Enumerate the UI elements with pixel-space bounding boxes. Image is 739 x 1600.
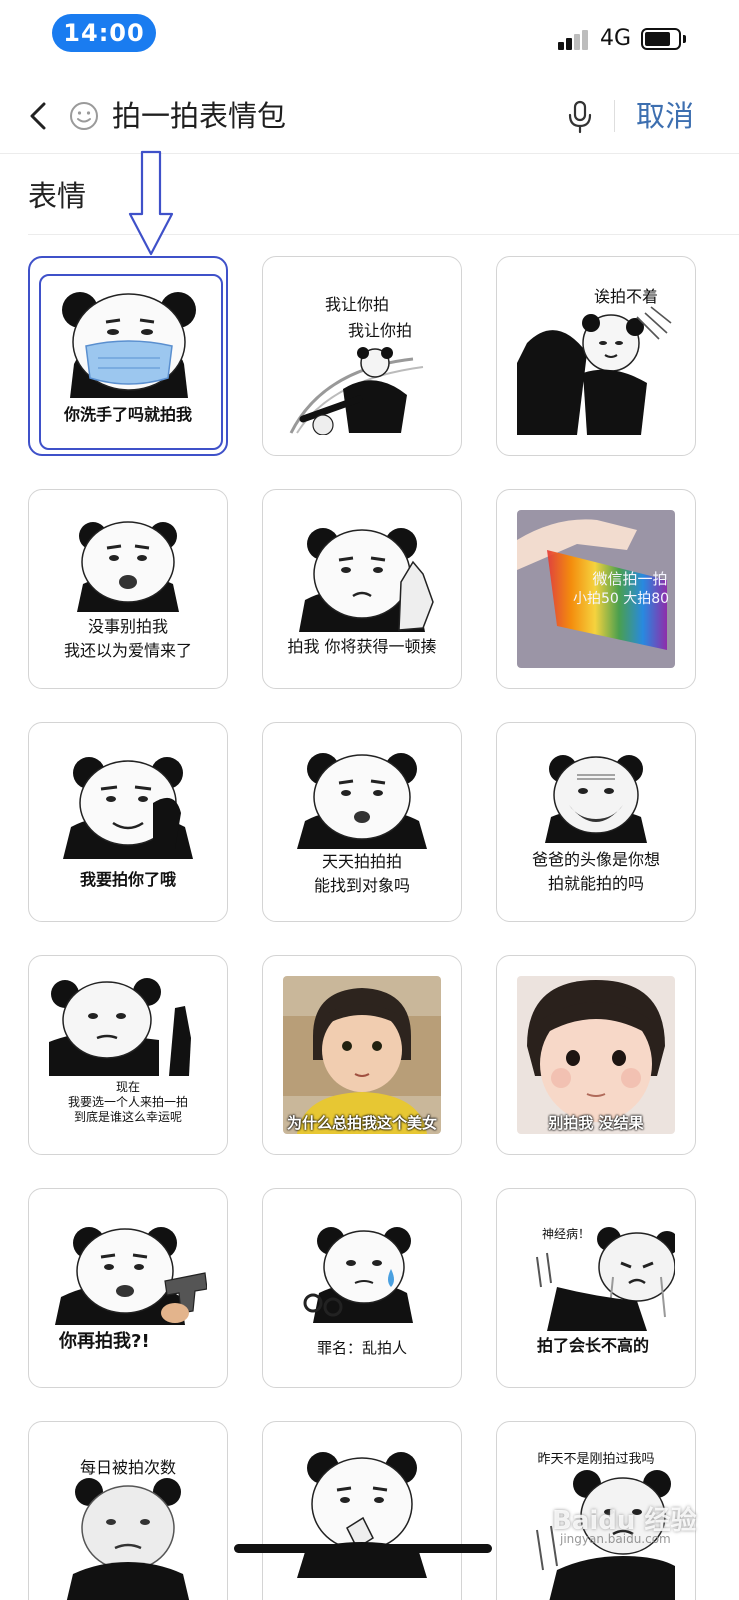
sticker-overlay-text: 微信拍一拍 xyxy=(592,570,668,588)
panda-swing-sticker-image xyxy=(289,347,424,435)
sticker-item[interactable]: 我让你拍 我让你拍 xyxy=(262,256,462,456)
sticker-caption: 到底是谁这么幸运呢 xyxy=(73,1110,182,1124)
sticker-item[interactable]: 诶拍不着 xyxy=(496,256,696,456)
emoji-icon xyxy=(70,102,98,130)
sticker-caption: 为什么总拍我这个美女 xyxy=(286,1114,437,1132)
sticker-item[interactable]: 拍我 你将获得一顿揍 xyxy=(262,489,462,689)
sticker-caption: 你再拍我?! xyxy=(59,1331,150,1352)
sticker-caption: 我还以为爱情来了 xyxy=(63,641,192,660)
sticker-caption: 别拍我 没结果 xyxy=(548,1114,644,1132)
sticker-item[interactable]: 天天拍拍拍 能找到对象吗 xyxy=(262,722,462,922)
sticker-item[interactable]: 微信拍一拍 小拍50 大拍80 xyxy=(496,489,696,689)
panda-talk-sticker-image xyxy=(297,753,427,849)
sticker-overlay-text: 小拍50 大拍80 xyxy=(572,591,670,607)
sticker-item[interactable]: 每日被拍次数 xyxy=(28,1421,228,1600)
sticker-top-text: 每日被拍次数 xyxy=(79,1458,176,1477)
home-indicator[interactable] xyxy=(234,1544,492,1553)
sticker-caption: 我要选一个人来拍一拍 xyxy=(67,1095,188,1109)
search-divider xyxy=(614,100,615,132)
sticker-top-text: 昨天不是刚拍过我吗 xyxy=(537,1452,655,1467)
sticker-caption: 你洗手了吗就拍我 xyxy=(63,405,192,424)
panda-cry-sticker-image xyxy=(536,1227,675,1331)
search-input[interactable]: 拍一拍表情包 xyxy=(112,96,286,136)
panda-gun-sticker-image xyxy=(55,1227,207,1325)
sticker-top-text: 我让你拍 xyxy=(324,295,389,314)
panda-hand-sticker-image xyxy=(63,757,193,859)
toddler-girl-sticker-image xyxy=(283,976,441,1134)
panda-mask-sticker-image xyxy=(62,292,196,398)
signal-icon xyxy=(558,28,592,50)
sticker-caption: 能找到对象吗 xyxy=(313,876,410,895)
baidu-watermark-url: jingyan.baidu.com xyxy=(560,1532,671,1546)
sticker-item[interactable]: 没事别拍我 我还以为爱情来了 xyxy=(28,489,228,689)
panda-fist-sticker-image xyxy=(299,528,434,632)
sticker-item[interactable] xyxy=(262,1421,462,1600)
sticker-caption: 现在 xyxy=(115,1080,140,1094)
sticker-caption: 我要拍你了哦 xyxy=(79,870,176,889)
battery-icon xyxy=(641,28,681,50)
sticker-item[interactable]: 别拍我 没结果 xyxy=(496,955,696,1155)
network-type: 4G xyxy=(600,26,632,51)
panda-count-sticker-image xyxy=(66,1478,190,1600)
status-bar: 14:00 4G xyxy=(0,0,739,72)
sticker-caption: 罪名：乱拍人 xyxy=(316,1339,407,1357)
battery-tip xyxy=(683,35,686,43)
cancel-button[interactable]: 取消 xyxy=(636,96,694,136)
sticker-item[interactable]: 我要拍你了哦 xyxy=(28,722,228,922)
sticker-item[interactable]: 你再拍我?! xyxy=(28,1188,228,1388)
status-time: 14:00 xyxy=(52,14,156,52)
panda-handcuff-sticker-image xyxy=(303,1227,413,1323)
panda-point-sticker-image xyxy=(49,978,191,1076)
sticker-caption: 拍就能拍的吗 xyxy=(547,874,644,893)
baby-girl-sticker-image xyxy=(517,976,675,1134)
sticker-item[interactable]: 罪名：乱拍人 xyxy=(262,1188,462,1388)
annotation-arrow-icon xyxy=(128,150,174,256)
panda-shock-sticker-image xyxy=(77,521,179,612)
sticker-item[interactable]: 爸爸的头像是你想 拍就能拍的吗 xyxy=(496,722,696,922)
sticker-caption: 没事别拍我 xyxy=(87,617,168,636)
sticker-caption: 天天拍拍拍 xyxy=(321,852,402,871)
sticker-item[interactable]: 神经病！ 拍了会长不高的 xyxy=(496,1188,696,1388)
sticker-top-text: 我让你拍 xyxy=(347,321,412,340)
back-arrow-icon[interactable] xyxy=(24,96,54,136)
microphone-icon[interactable] xyxy=(566,98,594,136)
panda-dodge-sticker-image xyxy=(517,306,672,435)
sticker-caption: 拍我 你将获得一顿揍 xyxy=(287,637,437,656)
section-title: 表情 xyxy=(28,179,87,213)
sticker-item[interactable]: 现在 我要选一个人来拍一拍 到底是谁这么幸运呢 xyxy=(28,955,228,1155)
panda-beard-sticker-image xyxy=(545,755,647,843)
panda-think-sticker-image xyxy=(297,1452,427,1578)
sticker-caption: 爸爸的头像是你想 xyxy=(531,850,660,869)
sticker-item[interactable]: 你洗手了吗就拍我 xyxy=(28,256,228,456)
sticker-caption: 拍了会长不高的 xyxy=(537,1336,650,1355)
sticker-item[interactable]: 为什么总拍我这个美女 xyxy=(262,955,462,1155)
search-bar: 拍一拍表情包 取消 xyxy=(0,78,739,154)
